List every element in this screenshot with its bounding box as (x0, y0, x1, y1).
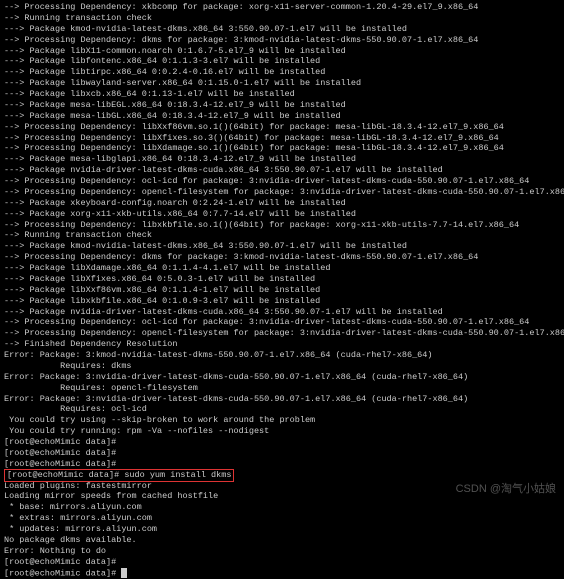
command-text: sudo yum install dkms (119, 470, 231, 480)
output-line: ---> Package libxkbfile.x86_64 0:1.0.9-3… (4, 296, 560, 307)
output-line: --> Running transaction check (4, 13, 560, 24)
output-line: ---> Package xkeyboard-config.noarch 0:2… (4, 198, 560, 209)
output-line: Requires: dkms (4, 361, 560, 372)
output-line: --> Processing Dependency: libXdamage.so… (4, 143, 560, 154)
shell-prompt: [root@echoMimic data]# (4, 557, 560, 568)
cursor-icon (121, 568, 127, 578)
output-line: --> Processing Dependency: xkbcomp for p… (4, 2, 560, 13)
prompt-text: [root@echoMimic data]# (4, 568, 121, 578)
output-line: * updates: mirrors.aliyun.com (4, 524, 560, 535)
output-line: ---> Package nvidia-driver-latest-dkms-c… (4, 307, 560, 318)
output-line: Requires: ocl-icd (4, 404, 560, 415)
output-line: --> Running transaction check (4, 230, 560, 241)
output-line: Error: Package: 3:nvidia-driver-latest-d… (4, 394, 560, 405)
output-line: --> Processing Dependency: dkms for pack… (4, 252, 560, 263)
output-line: ---> Package libXdamage.x86_64 0:1.1.4-4… (4, 263, 560, 274)
shell-prompt-with-command[interactable]: [root@echoMimic data]# sudo yum install … (4, 470, 560, 481)
output-line: --> Processing Dependency: libXxf86vm.so… (4, 122, 560, 133)
output-line: ---> Package kmod-nvidia-latest-dkms.x86… (4, 24, 560, 35)
output-line: Error: Package: 3:kmod-nvidia-latest-dkm… (4, 350, 560, 361)
output-line: ---> Package mesa-libEGL.x86_64 0:18.3.4… (4, 100, 560, 111)
output-line: ---> Package libXfixes.x86_64 0:5.0.3-1.… (4, 274, 560, 285)
output-line: Error: Package: 3:nvidia-driver-latest-d… (4, 372, 560, 383)
output-line: --> Processing Dependency: ocl-icd for p… (4, 176, 560, 187)
shell-prompt-active[interactable]: [root@echoMimic data]# (4, 568, 560, 579)
output-line: --> Finished Dependency Resolution (4, 339, 560, 350)
output-line: ---> Package mesa-libGL.x86_64 0:18.3.4-… (4, 111, 560, 122)
output-line: ---> Package libX11-common.noarch 0:1.6.… (4, 46, 560, 57)
output-line: --> Processing Dependency: opencl-filesy… (4, 328, 560, 339)
output-line: * extras: mirrors.aliyun.com (4, 513, 560, 524)
output-line: ---> Package kmod-nvidia-latest-dkms.x86… (4, 241, 560, 252)
output-line: Error: Nothing to do (4, 546, 560, 557)
output-line: --> Processing Dependency: ocl-icd for p… (4, 317, 560, 328)
output-line: ---> Package xorg-x11-xkb-utils.x86_64 0… (4, 209, 560, 220)
shell-prompt: [root@echoMimic data]# (4, 437, 560, 448)
output-line: --> Processing Dependency: libxkbfile.so… (4, 220, 560, 231)
output-line: ---> Package libwayland-server.x86_64 0:… (4, 78, 560, 89)
output-line: ---> Package libfontenc.x86_64 0:1.1.3-3… (4, 56, 560, 67)
output-line: You could try using --skip-broken to wor… (4, 415, 560, 426)
watermark: CSDN @淘气小姑娘 (456, 482, 556, 496)
output-line: ---> Package libtirpc.x86_64 0:0.2.4-0.1… (4, 67, 560, 78)
output-line: --> Processing Dependency: dkms for pack… (4, 35, 560, 46)
output-line: ---> Package libxcb.x86_64 0:1.13-1.el7 … (4, 89, 560, 100)
prompt-text: [root@echoMimic data]# (7, 470, 119, 480)
shell-prompt: [root@echoMimic data]# (4, 448, 560, 459)
output-line: You could try running: rpm -Va --nofiles… (4, 426, 560, 437)
output-line: ---> Package mesa-libglapi.x86_64 0:18.3… (4, 154, 560, 165)
output-line: ---> Package libXxf86vm.x86_64 0:1.1.4-1… (4, 285, 560, 296)
output-line: No package dkms available. (4, 535, 560, 546)
output-line: Requires: opencl-filesystem (4, 383, 560, 394)
highlighted-command: [root@echoMimic data]# sudo yum install … (4, 469, 234, 482)
output-line: --> Processing Dependency: opencl-filesy… (4, 187, 560, 198)
output-line: * base: mirrors.aliyun.com (4, 502, 560, 513)
output-line: --> Processing Dependency: libXfixes.so.… (4, 133, 560, 144)
output-line: ---> Package nvidia-driver-latest-dkms-c… (4, 165, 560, 176)
